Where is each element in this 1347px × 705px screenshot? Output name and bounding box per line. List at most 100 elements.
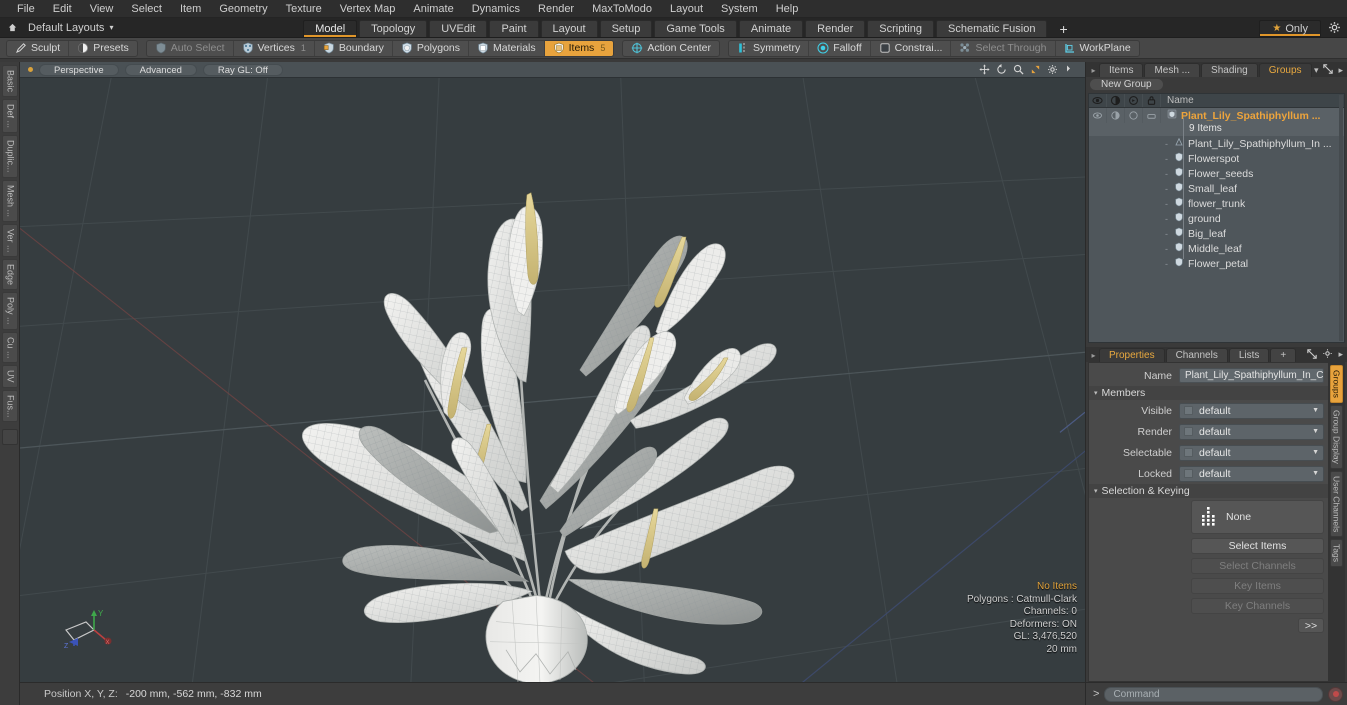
tree-row[interactable]: - Flower_petal <box>1089 256 1344 271</box>
command-input[interactable]: Command <box>1104 686 1323 702</box>
fit-icon[interactable] <box>1030 64 1041 75</box>
mode-button-items[interactable]: Items 5 <box>544 40 614 56</box>
menu-item-render[interactable]: Render <box>529 0 583 18</box>
side-tab-user-channels[interactable]: User Channels <box>1329 470 1343 537</box>
layout-tab-scripting[interactable]: Scripting <box>867 20 935 37</box>
default-layouts-dropdown[interactable]: Default Layouts ▾ <box>24 18 123 37</box>
menu-item-view[interactable]: View <box>81 0 123 18</box>
properties-menu-icon[interactable]: ▸ <box>1088 351 1099 362</box>
menu-item-maxtomodo[interactable]: MaxToModo <box>583 0 661 18</box>
tree-row[interactable]: - Flowerspot <box>1089 151 1344 166</box>
record-icon[interactable] <box>1328 686 1343 702</box>
panel-tab-items[interactable]: Items <box>1099 63 1144 77</box>
mode-button-materials[interactable]: Materials <box>469 40 545 56</box>
tree-expand-dash[interactable]: - <box>1165 259 1168 269</box>
menu-item-item[interactable]: Item <box>171 0 210 18</box>
layout-tab-paint[interactable]: Paint <box>489 20 539 37</box>
layout-tab-setup[interactable]: Setup <box>599 20 653 37</box>
mode-button-falloff[interactable]: Falloff <box>809 40 871 56</box>
gear-icon[interactable] <box>1323 18 1345 37</box>
tree-row[interactable]: - ground <box>1089 211 1344 226</box>
tree-row[interactable]: - Middle_leaf <box>1089 241 1344 256</box>
left-tool-tab-fus[interactable]: Fus... <box>1 389 18 423</box>
layout-tab-uvedit[interactable]: UVEdit <box>429 20 488 37</box>
gear-icon[interactable] <box>1322 348 1333 361</box>
move-icon[interactable] <box>979 64 990 75</box>
mode-button-sculpt[interactable]: Sculpt <box>7 40 70 56</box>
side-tab-tags[interactable]: Tags <box>1329 538 1343 567</box>
layout-tab-schematic-fusion[interactable]: Schematic Fusion <box>936 20 1048 37</box>
tree-row[interactable]: - Big_leaf <box>1089 226 1344 241</box>
tree-expand-dash[interactable]: - <box>1165 214 1168 224</box>
mode-button-action-center[interactable]: Action Center <box>623 41 719 56</box>
chevron-right-icon[interactable] <box>1064 64 1075 75</box>
properties-tab-properties[interactable]: Properties <box>1099 348 1165 362</box>
properties-tab-lists[interactable]: Lists <box>1228 348 1270 362</box>
menu-item-system[interactable]: System <box>712 0 767 18</box>
members-section-header[interactable]: ▾ Members <box>1089 386 1328 400</box>
member-dropdown-render[interactable]: default ▼ <box>1179 423 1324 440</box>
panel-tab-shading[interactable]: Shading <box>1201 63 1258 77</box>
left-tool-tab-uv[interactable]: UV <box>1 365 18 388</box>
side-tab-groups[interactable]: Groups <box>1329 365 1343 403</box>
layout-tab-model[interactable]: Model <box>303 20 358 37</box>
tree-row[interactable]: - Flower_seeds <box>1089 166 1344 181</box>
member-dropdown-locked[interactable]: default ▼ <box>1179 465 1324 482</box>
tree-row[interactable]: - flower_trunk <box>1089 196 1344 211</box>
menu-item-texture[interactable]: Texture <box>277 0 331 18</box>
peace-lily-3d-model[interactable] <box>20 78 1085 682</box>
chevron-down-icon[interactable]: ▾ <box>1314 65 1319 76</box>
menu-item-select[interactable]: Select <box>122 0 171 18</box>
mode-button-presets[interactable]: Presets <box>69 41 137 56</box>
viewport-raygl-button[interactable]: Ray GL: Off <box>202 63 283 76</box>
left-tool-tab-def[interactable]: Def ... <box>1 99 18 134</box>
properties-tab-channels[interactable]: Channels <box>1165 348 1228 362</box>
tree-toggle-cell[interactable] <box>1089 108 1107 123</box>
zoom-icon[interactable] <box>1013 64 1024 75</box>
member-dropdown-visible[interactable]: default ▼ <box>1179 402 1324 419</box>
mode-button-auto-select[interactable]: Auto Select <box>147 40 234 56</box>
3d-viewport[interactable]: No Items Polygons : Catmull-Clark Channels… <box>20 78 1085 682</box>
panel-tab-groups[interactable]: Groups <box>1258 63 1312 77</box>
left-tool-tab-duplic[interactable]: Duplic... <box>1 135 18 178</box>
render-icon[interactable] <box>1107 94 1125 107</box>
name-input[interactable]: Plant_Lily_Spathiphyllum_In_Cera <box>1179 368 1324 383</box>
left-tool-tab-ver[interactable]: Ver ... <box>1 223 18 258</box>
mode-button-vertices[interactable]: Vertices 1 <box>234 40 315 56</box>
left-tool-tab-collapse[interactable] <box>1 429 18 446</box>
viewport-projection-button[interactable]: Perspective <box>39 63 119 76</box>
viewport-shading-button[interactable]: Advanced <box>124 63 197 76</box>
member-dropdown-selectable[interactable]: default ▼ <box>1179 444 1324 461</box>
selectable-icon[interactable] <box>1125 94 1143 107</box>
rotate-icon[interactable] <box>996 64 1007 75</box>
only-button[interactable]: ★ Only <box>1259 20 1321 37</box>
button-select-items[interactable]: Select Items <box>1191 538 1324 554</box>
side-tab-group-display[interactable]: Group Display <box>1329 404 1343 469</box>
mode-button-boundary[interactable]: Boundary <box>315 40 393 56</box>
mode-button-constrai[interactable]: Constrai... <box>871 40 952 56</box>
mode-button-select-through[interactable]: Select Through <box>951 40 1056 56</box>
menu-item-vertex-map[interactable]: Vertex Map <box>331 0 405 18</box>
tree-row[interactable]: - Plant_Lily_Spathiphyllum_In ... <box>1089 136 1344 151</box>
menu-item-help[interactable]: Help <box>767 0 808 18</box>
panel-menu-icon[interactable]: ▸ <box>1088 66 1099 77</box>
menu-item-dynamics[interactable]: Dynamics <box>463 0 529 18</box>
tree-scrollbar[interactable] <box>1339 95 1343 341</box>
tree-expand-dash[interactable]: - <box>1165 139 1168 149</box>
tree-row[interactable]: - Small_leaf <box>1089 181 1344 196</box>
tree-expand-dash[interactable]: - <box>1165 184 1168 194</box>
expand-icon[interactable] <box>1307 348 1318 361</box>
tree-expand-dash[interactable]: - <box>1165 154 1168 164</box>
group-tree[interactable]: Name Plant_Lily_Spathiphyllum ... 9 Items… <box>1088 93 1345 343</box>
left-tool-tab-edge[interactable]: Edge <box>1 259 18 291</box>
home-icon[interactable] <box>0 18 24 37</box>
left-tool-tab-poly[interactable]: Poly ... <box>1 292 18 330</box>
layout-tab-game-tools[interactable]: Game Tools <box>654 20 737 37</box>
menu-item-layout[interactable]: Layout <box>661 0 712 18</box>
properties-tab-[interactable]: + <box>1270 348 1297 362</box>
menu-item-edit[interactable]: Edit <box>44 0 81 18</box>
gear-icon[interactable] <box>1047 64 1058 75</box>
tree-toggle-cell[interactable] <box>1107 108 1125 123</box>
panel-tab-mesh[interactable]: Mesh ... <box>1144 63 1201 77</box>
menu-item-geometry[interactable]: Geometry <box>210 0 276 18</box>
